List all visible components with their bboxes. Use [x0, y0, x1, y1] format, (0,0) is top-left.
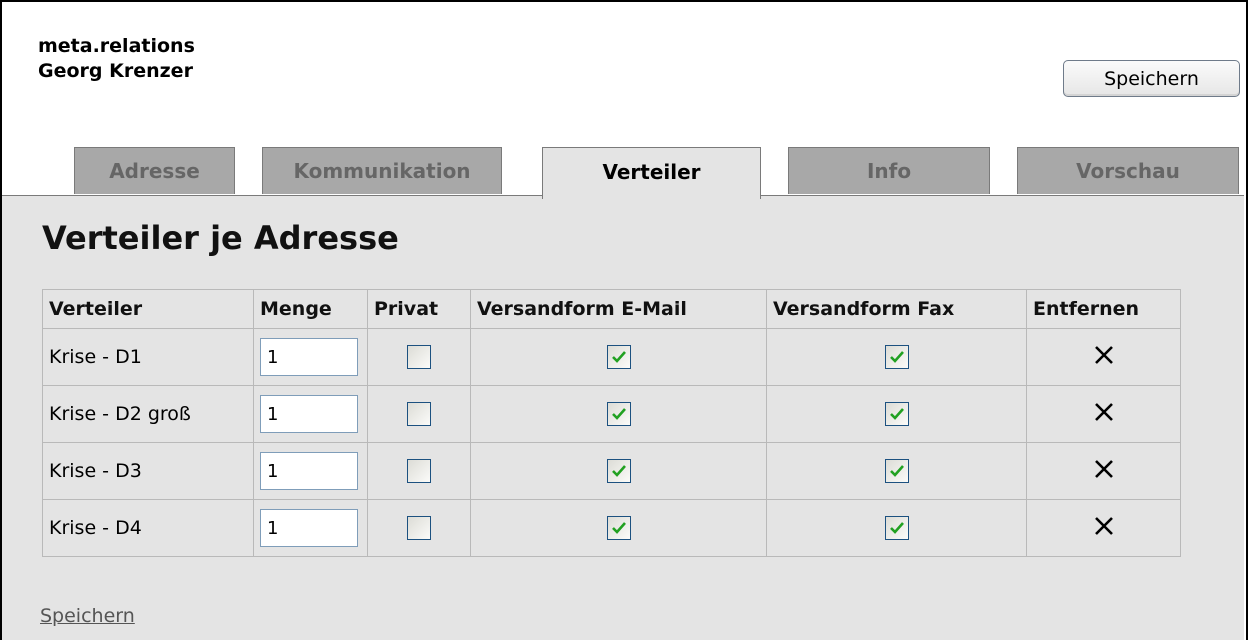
org-name: meta.relations: [38, 35, 195, 57]
fax-checkbox[interactable]: [884, 402, 909, 426]
tab-verteiler[interactable]: Verteiler: [542, 147, 761, 199]
verteiler-name: Krise - D2 groß: [42, 385, 254, 443]
email-checkbox[interactable]: [606, 345, 631, 369]
fax-checkbox[interactable]: [884, 345, 909, 369]
close-x-icon[interactable]: [1093, 515, 1115, 542]
tab-adresse[interactable]: Adresse: [74, 147, 235, 194]
contact-name: Georg Krenzer: [38, 60, 193, 82]
table-header-row: Verteiler Menge Privat Versandform E-Mai…: [42, 289, 1181, 329]
column-header-menge: Menge: [253, 289, 368, 329]
column-header-fax: Versandform Fax: [766, 289, 1027, 329]
privat-checkbox[interactable]: [407, 459, 431, 483]
verteiler-name: Krise - D3: [42, 442, 254, 500]
menge-input[interactable]: [260, 338, 358, 376]
close-x-icon[interactable]: [1093, 458, 1115, 485]
verteiler-name: Krise - D1: [42, 328, 254, 386]
tab-panel: Verteiler je Adresse Verteiler Menge Pri…: [2, 195, 1244, 640]
menge-input[interactable]: [260, 509, 358, 547]
table-row: Krise - D1: [42, 328, 1181, 386]
save-button[interactable]: Speichern: [1063, 60, 1240, 97]
table-row: Krise - D4: [42, 499, 1181, 557]
email-checkbox[interactable]: [606, 402, 631, 426]
menge-input[interactable]: [260, 395, 358, 433]
column-header-email: Versandform E-Mail: [470, 289, 767, 329]
close-x-icon[interactable]: [1093, 401, 1115, 428]
fax-checkbox[interactable]: [884, 516, 909, 540]
tab-info[interactable]: Info: [788, 147, 990, 194]
menge-input[interactable]: [260, 452, 358, 490]
privat-checkbox[interactable]: [407, 345, 431, 369]
column-header-remove: Entfernen: [1026, 289, 1181, 329]
save-link[interactable]: Speichern: [40, 605, 135, 627]
tab-bar: Adresse Kommunikation Verteiler Info Vor…: [64, 147, 1244, 199]
privat-checkbox[interactable]: [407, 402, 431, 426]
email-checkbox[interactable]: [606, 459, 631, 483]
tab-kommunikation[interactable]: Kommunikation: [262, 147, 502, 194]
table-row: Krise - D2 groß: [42, 385, 1181, 443]
column-header-privat: Privat: [367, 289, 471, 329]
privat-checkbox[interactable]: [407, 516, 431, 540]
verteiler-name: Krise - D4: [42, 499, 254, 557]
fax-checkbox[interactable]: [884, 459, 909, 483]
column-header-verteiler: Verteiler: [42, 289, 254, 329]
table-row: Krise - D3: [42, 442, 1181, 500]
page-title: Verteiler je Adresse: [42, 219, 399, 257]
close-x-icon[interactable]: [1093, 344, 1115, 371]
header-title: meta.relations Georg Krenzer: [38, 34, 195, 84]
distribution-table: Verteiler Menge Privat Versandform E-Mai…: [42, 289, 1181, 557]
tab-vorschau[interactable]: Vorschau: [1017, 147, 1239, 194]
email-checkbox[interactable]: [606, 516, 631, 540]
